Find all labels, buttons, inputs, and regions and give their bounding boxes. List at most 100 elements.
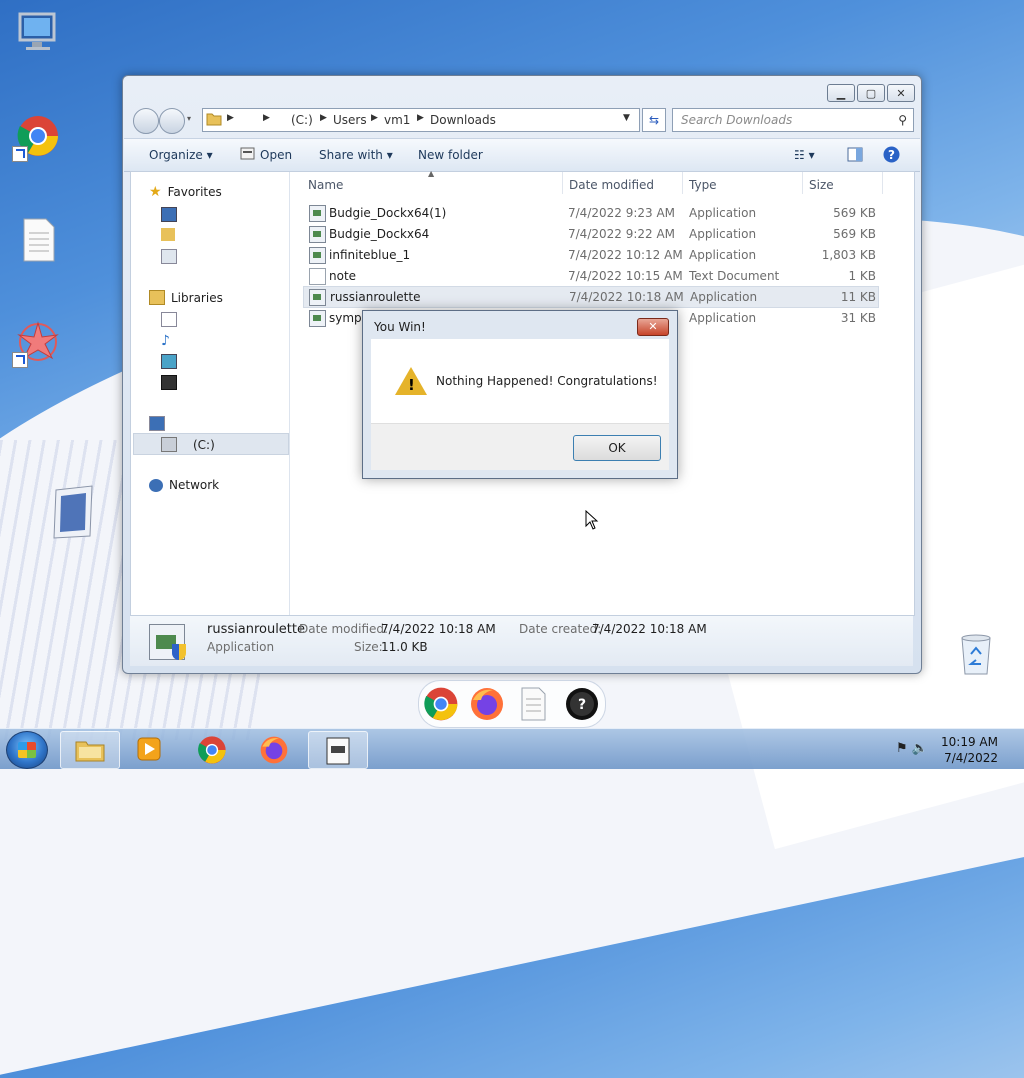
taskbar-chrome-icon[interactable]	[186, 731, 238, 767]
file-row[interactable]: note 7/4/2022 10:15 AM Text Document 1 K…	[304, 266, 878, 286]
details-created-label: Date created:	[519, 622, 602, 636]
taskbar-media-player-icon[interactable]	[122, 731, 174, 767]
back-button[interactable]	[133, 108, 159, 134]
minimize-button[interactable]: ▁	[827, 84, 855, 102]
help-icon[interactable]: ?	[883, 146, 900, 166]
svg-text:?: ?	[578, 697, 586, 713]
file-date: 7/4/2022 10:18 AM	[569, 290, 684, 304]
text-file-icon[interactable]	[14, 216, 62, 264]
libraries-icon	[149, 290, 165, 305]
breadcrumb-users[interactable]: Users	[333, 113, 367, 127]
file-name: infiniteblue_1	[329, 248, 411, 262]
message-dialog[interactable]: You Win! ✕ ! Nothing Happened! Congratul…	[362, 310, 678, 479]
column-date-modified[interactable]: Date modified	[569, 178, 654, 192]
file-type: Application	[689, 248, 757, 262]
new-folder-button[interactable]: New folder	[418, 148, 483, 162]
nav-network[interactable]: Network	[149, 478, 219, 492]
file-row[interactable]: infiniteblue_1 7/4/2022 10:12 AM Applica…	[304, 245, 878, 265]
tray-icons[interactable]: ⚑ 🔈	[896, 741, 928, 756]
details-pane: russianroulette Application Date modifie…	[130, 616, 913, 666]
clock-time: 10:19 AM	[941, 735, 998, 749]
app-star-icon[interactable]	[12, 318, 62, 368]
window-frame-icon[interactable]	[48, 484, 98, 540]
file-type: Text Document	[689, 269, 780, 283]
application-icon	[309, 310, 326, 327]
organize-button[interactable]: Organize ▾	[149, 148, 213, 162]
nav-libraries[interactable]: Libraries	[149, 290, 223, 305]
dock-help-icon[interactable]: ?	[564, 686, 600, 722]
downloads-icon	[161, 228, 175, 241]
breadcrumb-chevron-icon[interactable]: ▶	[227, 113, 234, 123]
file-name: Budgie_Dockx64(1)	[329, 206, 447, 220]
breadcrumb-chevron-icon[interactable]: ▶	[417, 113, 424, 123]
preview-pane-icon[interactable]	[847, 147, 863, 165]
file-row[interactable]: Budgie_Dockx64 7/4/2022 9:22 AM Applicat…	[304, 224, 878, 244]
music-icon: ♪	[161, 333, 170, 349]
ok-button[interactable]: OK	[573, 435, 661, 461]
start-button[interactable]	[6, 731, 48, 769]
nav-music[interactable]: ♪	[161, 333, 170, 349]
nav-downloads[interactable]	[161, 228, 175, 241]
application-icon	[309, 289, 326, 306]
dialog-close-button[interactable]: ✕	[637, 318, 669, 336]
taskbar-firefox-icon[interactable]	[248, 731, 300, 767]
maximize-button[interactable]: ▢	[857, 84, 885, 102]
drive-icon	[161, 437, 177, 452]
dialog-footer: OK	[371, 423, 669, 470]
file-type: Application	[690, 290, 758, 304]
nav-computer[interactable]	[149, 416, 165, 431]
file-row[interactable]: Budgie_Dockx64(1) 7/4/2022 9:23 AM Appli…	[304, 203, 878, 223]
file-name: Budgie_Dockx64	[329, 227, 430, 241]
search-icon[interactable]: ⚲	[898, 113, 907, 127]
search-input[interactable]: Search Downloads ⚲	[672, 108, 914, 132]
recycle-bin-icon[interactable]	[952, 630, 1000, 678]
share-with-button[interactable]: Share with ▾	[319, 148, 393, 162]
nav-videos[interactable]	[161, 375, 177, 390]
breadcrumb-chevron-icon[interactable]: ▶	[371, 113, 378, 123]
folder-icon	[206, 111, 222, 130]
nav-drive-c[interactable]: (C:)	[161, 437, 215, 452]
text-document-icon	[309, 268, 326, 285]
taskbar-app-window-icon[interactable]	[308, 731, 368, 769]
chrome-icon[interactable]	[12, 112, 62, 162]
pictures-icon	[161, 354, 177, 369]
file-size: 569 KB	[833, 206, 876, 220]
breadcrumb-chevron-icon[interactable]: ▶	[263, 113, 270, 123]
breadcrumb-downloads[interactable]: Downloads	[430, 113, 496, 127]
computer-icon[interactable]	[14, 8, 62, 56]
breadcrumb-chevron-icon[interactable]: ▶	[320, 113, 327, 123]
clock[interactable]: 10:19 AM 7/4/2022	[941, 734, 998, 766]
svg-text:?: ?	[888, 148, 895, 162]
forward-button[interactable]	[159, 108, 185, 134]
nav-documents[interactable]	[161, 312, 177, 327]
dock-firefox-icon[interactable]	[469, 686, 505, 722]
column-size[interactable]: Size	[809, 178, 834, 192]
column-name[interactable]: Name	[308, 178, 343, 192]
breadcrumb-drive[interactable]: (C:)	[291, 113, 313, 127]
nav-desktop[interactable]	[161, 207, 177, 222]
nav-recent[interactable]	[161, 249, 177, 264]
file-type: Application	[689, 311, 757, 325]
dock-text-file-icon[interactable]	[515, 686, 551, 722]
command-bar: Organize ▾ Open Share with ▾ New folder …	[124, 138, 920, 172]
file-type: Application	[689, 206, 757, 220]
nav-favorites[interactable]: ★ Favorites	[149, 184, 222, 200]
address-dropdown-icon[interactable]: ▼	[623, 113, 630, 123]
nav-pictures[interactable]	[161, 354, 177, 369]
close-window-button[interactable]: ✕	[887, 84, 915, 102]
caption-buttons: ▁ ▢ ✕	[827, 84, 915, 102]
breadcrumb-vm1[interactable]: vm1	[384, 113, 410, 127]
details-file-type: Application	[207, 640, 275, 654]
address-bar[interactable]: ▶ ▶ (C:) ▶ Users ▶ vm1 ▶ Downloads ▼	[202, 108, 640, 132]
view-options-icon[interactable]: ☷ ▾	[794, 148, 815, 162]
file-row-selected[interactable]: russianroulette 7/4/2022 10:18 AM Applic…	[303, 286, 879, 308]
taskbar-explorer-icon[interactable]	[60, 731, 120, 769]
dock-chrome-icon[interactable]	[423, 686, 459, 722]
star-icon: ★	[149, 184, 162, 200]
recent-pages-chevron-icon[interactable]: ▾	[187, 114, 191, 123]
refresh-icon[interactable]: ⇆	[642, 108, 666, 132]
open-button[interactable]: Open	[260, 148, 292, 162]
file-size: 11 KB	[840, 290, 876, 304]
nav-libraries-label: Libraries	[171, 290, 223, 305]
column-type[interactable]: Type	[689, 178, 717, 192]
